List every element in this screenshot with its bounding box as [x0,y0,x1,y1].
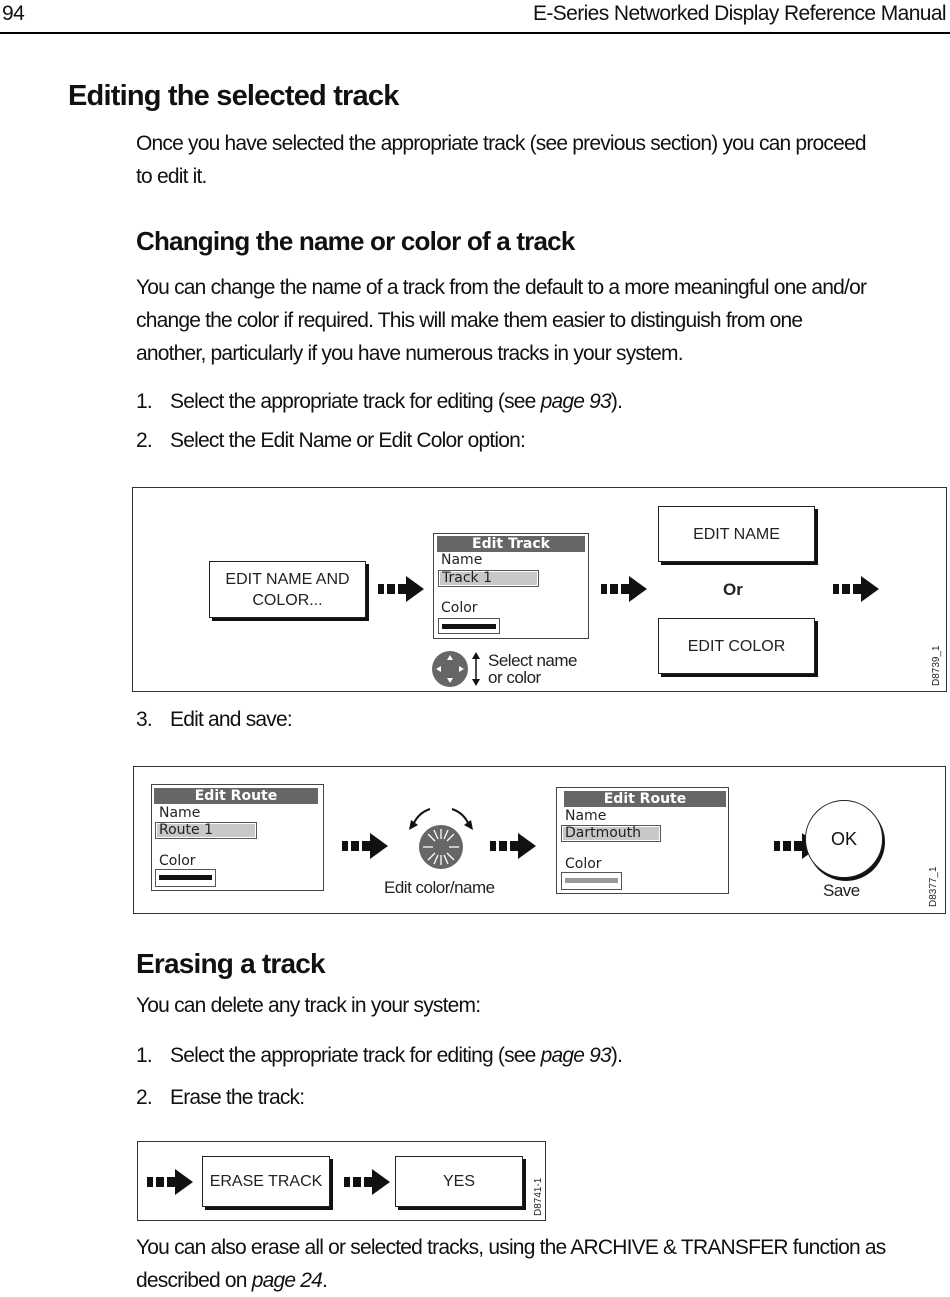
name-label: Name [159,805,201,821]
page-link[interactable]: page 24 [252,1269,323,1292]
edit-route-dialog-after: Edit Route Name Dartmouth Color [556,787,729,894]
change-paragraph-line-2: change the color if required. This will … [136,309,803,332]
step-text: Select the Edit Name or Edit Color optio… [170,429,526,452]
dialog-title: Edit Track [437,536,585,552]
closing-line-2-text: described on [136,1269,252,1292]
change-step-1: 1. Select the appropriate track for editi… [136,390,623,414]
step-text-end: ). [610,1044,623,1067]
page-number: 94 [2,2,25,25]
or-label: Or [723,580,743,599]
color-field[interactable] [155,869,216,887]
knob-caption: Edit color/name [384,878,495,897]
yes-softkey[interactable]: YES [395,1156,523,1207]
flow-arrow-icon [490,833,536,859]
caption-line-2: or color [488,668,541,687]
ok-button[interactable]: OK [805,800,883,878]
edit-name-and-color-softkey[interactable]: EDIT NAME AND COLOR... [209,561,366,618]
erase-intro: You can delete any track in your system: [136,994,481,1017]
diagram-id: D8739_1 [931,645,942,686]
step-number: 1. [136,390,153,413]
color-label: Color [565,856,602,872]
change-step-2: 2. Select the Edit Name or Edit Color opt… [136,429,526,453]
step-number: 1. [136,1044,153,1067]
erase-step-2: 2. Erase the track: [136,1086,305,1110]
trackpad-icon [432,651,468,687]
color-swatch [159,875,212,880]
erase-track-softkey[interactable]: ERASE TRACK [202,1156,330,1207]
name-label: Name [565,808,607,824]
dialog-title: Edit Route [564,791,726,807]
page-link[interactable]: page 93 [541,390,612,413]
closing-line-1: You can also erase all or selected track… [136,1236,886,1259]
color-swatch [442,624,496,629]
change-paragraph: You can change the name of a track from … [136,271,867,370]
diagram-erase-track: ERASE TRACK YES D8741-1 [137,1141,546,1221]
section-heading-erase: Erasing a track [136,948,326,979]
flow-arrow-icon [378,576,424,602]
erase-step-1: 1. Select the appropriate track for editi… [136,1044,623,1068]
name-label: Name [441,552,483,568]
editing-intro-line-2: to edit it. [136,165,207,188]
flow-arrow-icon [344,1169,390,1195]
step-text-end: ). [610,390,623,413]
change-step-3: 3. Edit and save: [136,708,293,732]
step-text: Edit and save: [170,708,293,731]
color-field[interactable] [561,872,622,890]
erase-closing-paragraph: You can also erase all or selected track… [136,1231,886,1297]
softkey-label-line-1: EDIT NAME AND [225,570,350,588]
edit-route-dialog-before: Edit Route Name Route 1 Color [151,784,324,891]
flow-arrow-icon [342,833,388,859]
color-label: Color [159,853,196,869]
flow-arrow-icon [833,576,879,602]
rotary-knob-icon [409,808,473,869]
name-field[interactable]: Dartmouth [561,825,661,842]
trackpad-caption: Select name or color [488,651,578,687]
diagram-edit-and-save: Edit Route Name Route 1 Color Edit color… [133,766,946,914]
editing-intro-line-1: Once you have selected the appropriate t… [136,132,867,155]
softkey-label-line-2: COLOR... [252,591,323,609]
color-label: Color [441,600,478,616]
up-down-arrow-icon [472,652,480,686]
color-field[interactable] [438,618,500,634]
color-swatch [565,878,618,883]
edit-name-softkey[interactable]: EDIT NAME [658,506,815,562]
diagram-edit-name-color: EDIT NAME AND COLOR... Edit Track Name T… [132,487,947,692]
step-text: Select the appropriate track for editing… [170,1044,541,1067]
section-heading-change-name-color: Changing the name or color of a track [136,226,575,256]
flow-arrow-icon [601,576,647,602]
step-number: 3. [136,708,153,731]
closing-line-2: described on page 24. [136,1264,886,1297]
dialog-title: Edit Route [154,788,318,804]
editing-intro: Once you have selected the appropriate t… [136,127,867,193]
edit-track-dialog: Edit Track Name Track 1 Color [433,533,589,639]
page-link[interactable]: page 93 [541,1044,612,1067]
edit-color-softkey[interactable]: EDIT COLOR [658,618,815,674]
change-paragraph-line-1: You can change the name of a track from … [136,276,867,299]
caption-line-1: Select name [488,651,578,670]
manual-title: E-Series Networked Display Reference Man… [532,2,947,25]
save-caption: Save [823,881,860,900]
change-paragraph-line-3: another, particularly if you have numero… [136,342,684,365]
flow-arrow-icon [147,1169,193,1195]
step-text: Erase the track: [170,1086,305,1109]
closing-line-2-end: . [322,1269,328,1292]
step-number: 2. [136,429,153,452]
header-divider [0,32,950,34]
diagram-id: D8741-1 [533,1177,544,1216]
section-heading-editing: Editing the selected track [68,80,399,112]
name-field[interactable]: Track 1 [438,570,539,587]
diagram-id: D8377_1 [928,866,939,907]
step-text: Select the appropriate track for editing… [170,390,541,413]
step-number: 2. [136,1086,153,1109]
name-field[interactable]: Route 1 [155,822,257,839]
